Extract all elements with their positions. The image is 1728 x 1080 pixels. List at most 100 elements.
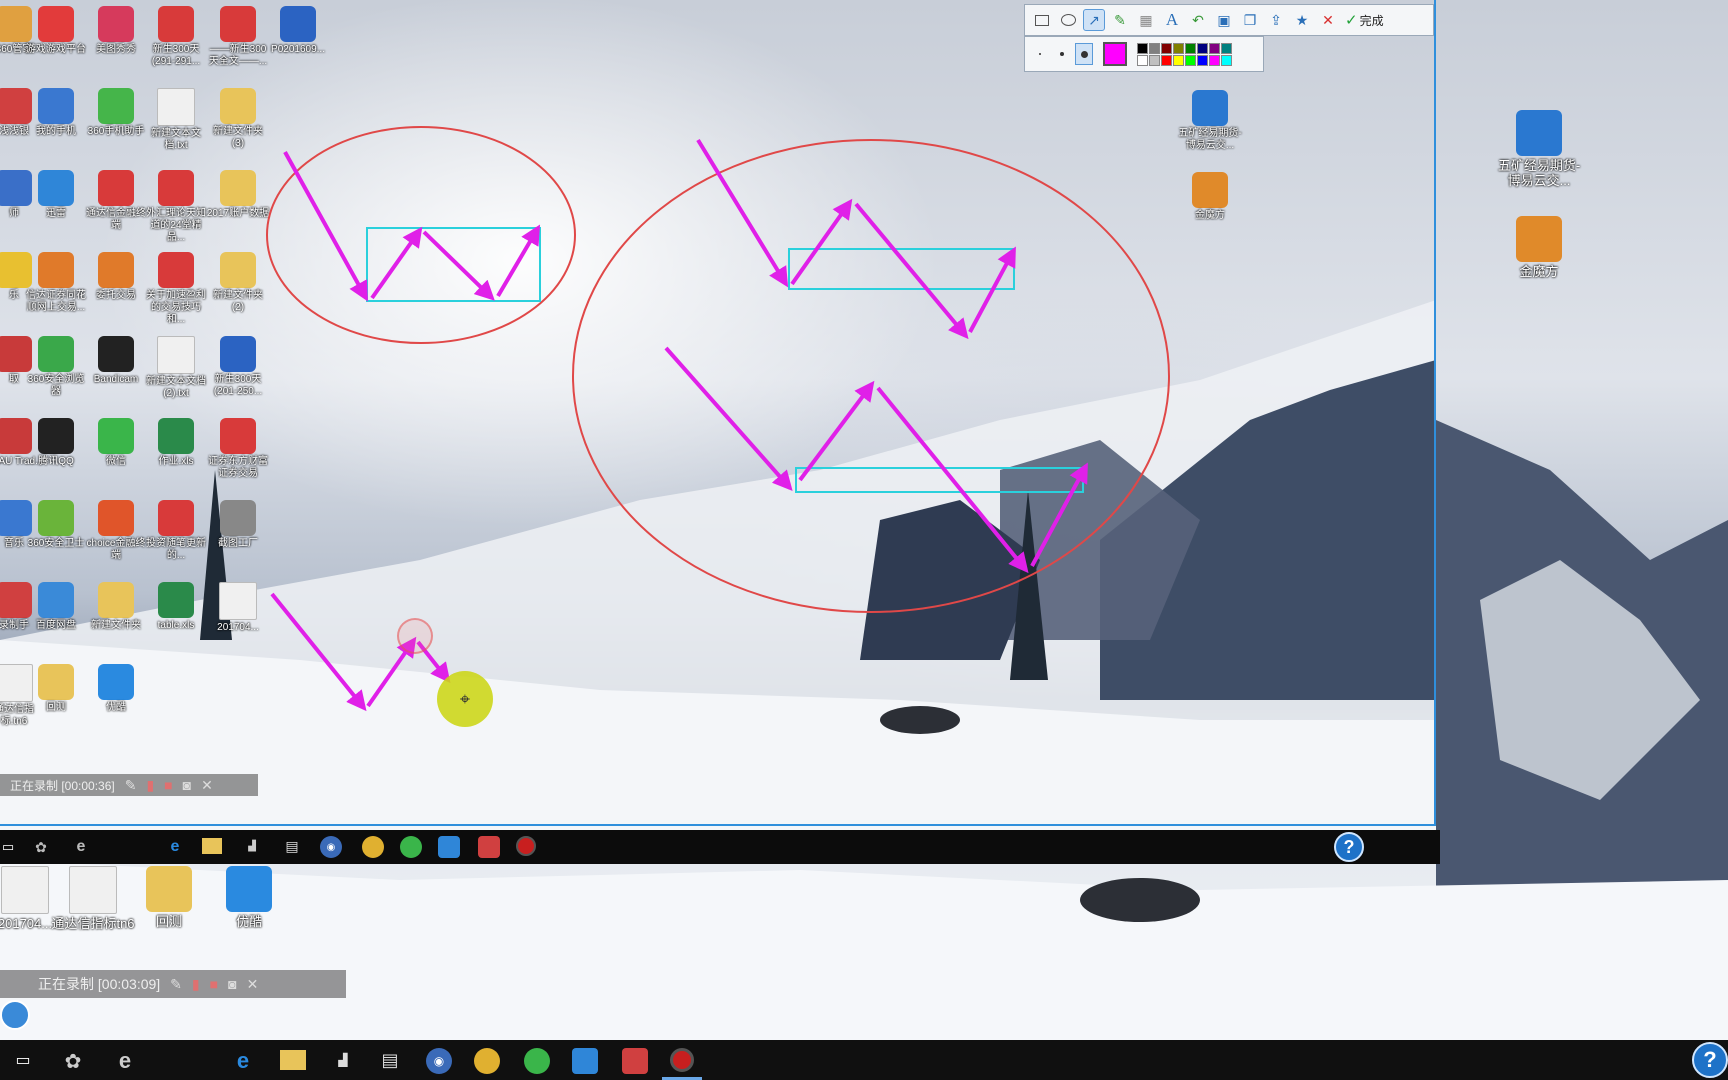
desktop-icon[interactable]: 优酷 (204, 866, 294, 929)
color-swatch[interactable] (1137, 42, 1148, 54)
record-icon[interactable] (516, 836, 536, 856)
color-swatch[interactable] (1221, 42, 1232, 54)
desktop-icon[interactable]: 截图工厂 (206, 500, 270, 550)
desktop-icon[interactable]: 回测 (124, 866, 214, 929)
desktop-icon[interactable]: 关于加速盈利的交易技巧和... (144, 252, 208, 326)
arrow-tool[interactable]: ↗ (1083, 9, 1105, 31)
desktop-icon[interactable]: 五矿经易期货-博易云交... (1494, 110, 1584, 188)
desktop-icon[interactable]: 新建文件夹 (84, 582, 148, 632)
chart-app-icon[interactable]: ▟ (330, 1050, 356, 1070)
color-swatch[interactable] (1149, 42, 1160, 54)
pin-button[interactable]: ★ (1291, 9, 1313, 31)
network-app-icon[interactable]: ◉ (426, 1048, 452, 1074)
color-swatch[interactable] (1149, 54, 1160, 66)
desktop-icon[interactable]: 新生300天 (291-291... (144, 6, 208, 68)
text-tool[interactable]: A (1161, 9, 1183, 31)
ie-icon[interactable]: e (70, 836, 92, 858)
desktop-icon[interactable]: 微信 (84, 418, 148, 468)
chart-app-icon[interactable]: ▟ (242, 838, 262, 854)
desktop-icon[interactable]: 我的手机 (24, 88, 88, 138)
share-button[interactable]: ⇪ (1265, 9, 1287, 31)
desktop-icon[interactable]: choice金融终端 (84, 500, 148, 562)
desktop-icon[interactable]: P0201609... (266, 6, 330, 56)
color-swatch[interactable] (1173, 54, 1184, 66)
desktop-icon[interactable]: 金魔方 (1178, 172, 1242, 222)
network-app-icon[interactable]: ◉ (320, 836, 342, 858)
current-color-swatch[interactable] (1103, 42, 1127, 66)
size-large-button[interactable] (1075, 43, 1093, 65)
color-swatch[interactable] (1197, 54, 1208, 66)
yellow-app-icon[interactable] (474, 1048, 500, 1074)
desktop-icon[interactable]: 五矿经易期货-博易云交... (1178, 90, 1242, 152)
copy-button[interactable]: ❐ (1239, 9, 1261, 31)
brush-tool[interactable]: ✎ (1109, 9, 1131, 31)
color-swatch[interactable] (1161, 42, 1172, 54)
task-view-icon[interactable]: ▭ (0, 836, 16, 858)
browser-360-icon[interactable] (524, 1048, 550, 1074)
color-swatch[interactable] (1197, 42, 1208, 54)
browser-360-icon[interactable] (400, 836, 422, 858)
camera-icon[interactable]: ◙ (228, 976, 236, 992)
color-swatch[interactable] (1185, 54, 1196, 66)
desktop-icon[interactable]: 投资随笔更新的... (144, 500, 208, 562)
color-swatch[interactable] (1161, 54, 1172, 66)
edge-icon[interactable]: e (230, 1048, 256, 1074)
desktop-icon[interactable]: 2017账户数据 (206, 170, 270, 220)
record-icon[interactable] (670, 1048, 694, 1072)
desktop-icon[interactable]: 新生300天 (201-250... (206, 336, 270, 398)
yellow-app-icon[interactable] (362, 836, 384, 858)
desktop-icon[interactable]: 金魔方 (1494, 216, 1584, 279)
color-swatch[interactable] (1209, 54, 1220, 66)
ie-icon[interactable]: e (112, 1048, 138, 1074)
desktop-icon[interactable]: 优酷 (84, 664, 148, 714)
desktop-icon[interactable]: 游戏游戏平台 (24, 6, 88, 56)
help-button[interactable]: ? (1692, 1042, 1728, 1078)
ellipse-tool[interactable] (1057, 9, 1079, 31)
camera-icon[interactable]: ◙ (183, 777, 191, 793)
desktop-icon[interactable]: 迅雷 (24, 170, 88, 220)
desktop-icon[interactable]: 委托交易 (84, 252, 148, 302)
pencil-icon[interactable]: ✎ (125, 777, 137, 794)
desktop-icon[interactable]: 作业.xls (144, 418, 208, 468)
recorder-launcher-button[interactable] (0, 1000, 30, 1030)
edge-icon[interactable]: e (164, 836, 186, 858)
desktop-icon[interactable]: 新建文本文档.txt (144, 88, 208, 152)
desktop-icon[interactable]: table.xls (144, 582, 208, 632)
desktop-icon[interactable]: 360手机助手 (84, 88, 148, 138)
desktop-icon[interactable]: 新建文件夹 (3) (206, 88, 270, 150)
cards-app-icon[interactable] (622, 1048, 648, 1074)
desktop-icon[interactable]: 360安全卫士 (24, 500, 88, 550)
app-swirl-icon[interactable]: ✿ (30, 836, 52, 858)
color-swatch[interactable] (1209, 42, 1220, 54)
mosaic-tool[interactable]: ▦ (1135, 9, 1157, 31)
task-view-icon[interactable]: ▭ (12, 1050, 34, 1070)
undo-button[interactable]: ↶ (1187, 9, 1209, 31)
stop-icon[interactable]: ■ (210, 976, 218, 992)
pause-icon[interactable]: ▮ (192, 976, 200, 993)
stop-icon[interactable]: ■ (164, 777, 172, 793)
save-button[interactable]: ▣ (1213, 9, 1235, 31)
app-swirl-icon[interactable]: ✿ (60, 1048, 86, 1074)
desktop-icon[interactable]: 通达信金融终端 (84, 170, 148, 232)
desktop-icon[interactable]: 新建文件夹 (2) (206, 252, 270, 314)
desktop-icon[interactable]: 证券东方财富证券交易 (206, 418, 270, 480)
desktop-icon[interactable]: 腾讯QQ (24, 418, 88, 468)
color-swatch[interactable] (1173, 42, 1184, 54)
color-swatch[interactable] (1137, 54, 1148, 66)
desktop-icon[interactable]: ——新生300天全文——... (206, 6, 270, 68)
pencil-icon[interactable]: ✎ (170, 976, 182, 993)
done-button[interactable]: ✓ 完成 (1345, 11, 1384, 29)
desktop-icon[interactable]: 外汇理论天知道的24堂精品... (144, 170, 208, 244)
pause-icon[interactable]: ▮ (146, 777, 154, 794)
desktop-icon[interactable]: 美图秀秀 (84, 6, 148, 56)
cards-app-icon[interactable] (478, 836, 500, 858)
close-icon[interactable]: ✕ (247, 976, 259, 993)
desktop-icon[interactable]: 201704... (206, 582, 270, 634)
thunder-icon[interactable] (572, 1048, 598, 1074)
desktop-icon[interactable]: 新建文本文档 (2).txt (144, 336, 208, 400)
size-medium-button[interactable] (1053, 43, 1071, 65)
desktop-icon[interactable]: 信达证券同花顺网上交易... (24, 252, 88, 314)
help-button-inner[interactable]: ? (1334, 832, 1364, 862)
store-icon[interactable]: ▤ (282, 836, 302, 856)
rectangle-tool[interactable] (1031, 9, 1053, 31)
